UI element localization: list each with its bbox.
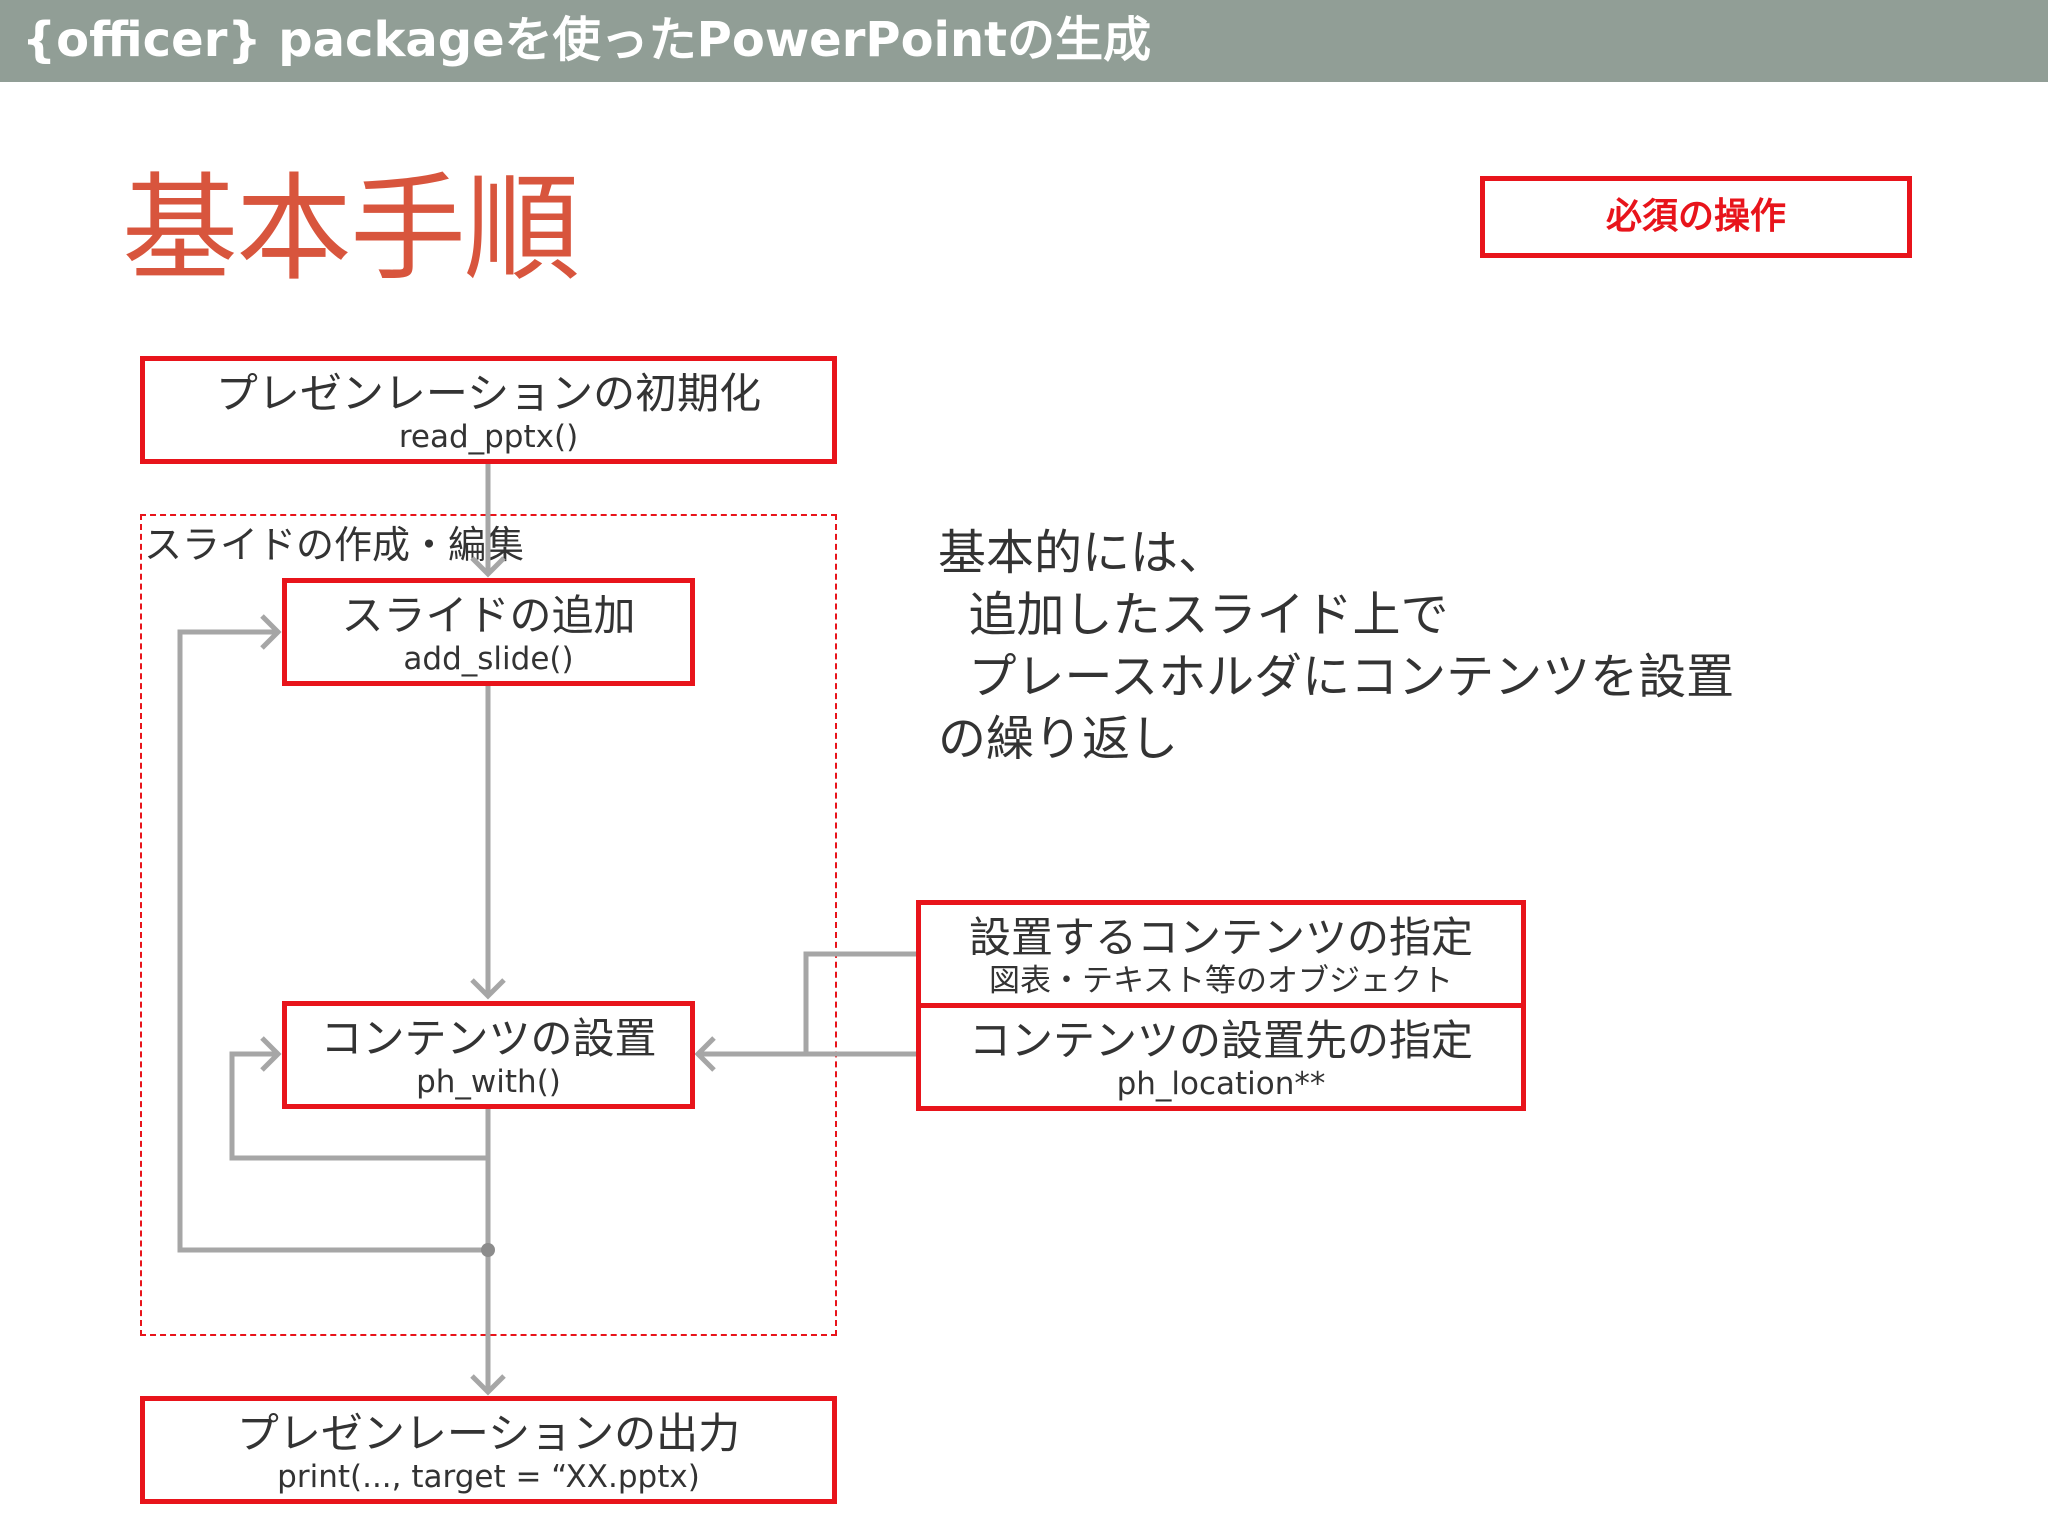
note-line: プレースホルダにコンテンツを設置 — [938, 649, 1735, 705]
note-line: 基本的には、 — [938, 525, 1227, 581]
step-output-code: print(..., target = “XX.pptx) — [277, 1459, 700, 1495]
input-location-title: コンテンツの設置先の指定 — [968, 1016, 1473, 1065]
step-output-box: プレゼンレーションの出力 print(..., target = “XX.ppt… — [140, 1396, 837, 1504]
step-add-slide-box: スライドの追加 add_slide() — [282, 578, 695, 686]
explanation-note: 基本的には、 追加したスライド上で プレースホルダにコンテンツを設置 の繰り返し — [938, 522, 1734, 770]
step-add-slide-title: スライドの追加 — [341, 591, 636, 640]
step-place-box: コンテンツの設置 ph_with() — [282, 1001, 695, 1109]
step-output-title: プレゼンレーションの出力 — [236, 1409, 741, 1458]
note-line: 追加したスライド上で — [938, 587, 1449, 643]
loop-junction-dot — [481, 1243, 495, 1257]
step-place-code: ph_with() — [416, 1064, 561, 1100]
input-content-title: 設置するコンテンツの指定 — [968, 913, 1473, 962]
step-place-title: コンテンツの設置 — [320, 1014, 657, 1063]
step-init-code: read_pptx() — [398, 419, 579, 455]
note-line: の繰り返し — [938, 711, 1179, 767]
step-init-title: プレゼンレーションの初期化 — [215, 369, 762, 418]
input-content-sub: 図表・テキスト等のオブジェクト — [988, 963, 1454, 999]
step-add-slide-code: add_slide() — [403, 641, 574, 677]
arrow-content-to-place — [803, 951, 918, 1054]
input-location-sub: ph_location** — [1116, 1066, 1326, 1102]
input-location-box: コンテンツの設置先の指定 ph_location** — [916, 1003, 1526, 1111]
step-init-box: プレゼンレーションの初期化 read_pptx() — [140, 356, 837, 464]
input-content-box: 設置するコンテンツの指定 図表・テキスト等のオブジェクト — [916, 900, 1526, 1008]
